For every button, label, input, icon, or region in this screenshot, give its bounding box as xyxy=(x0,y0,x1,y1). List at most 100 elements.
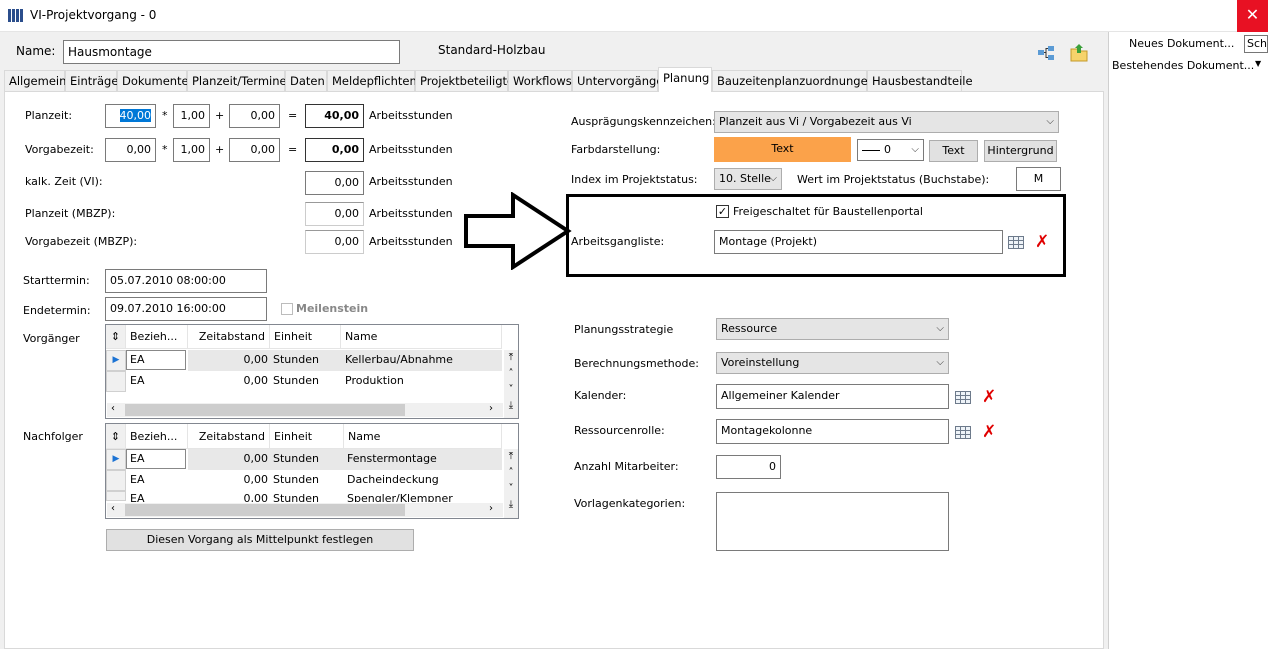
tab-planung[interactable]: Planung xyxy=(658,67,712,92)
scroll-right-icon[interactable]: › xyxy=(489,403,493,414)
cell-unit[interactable]: Stunden xyxy=(273,350,341,370)
cell-gap[interactable]: 0,00 xyxy=(188,449,269,469)
cell-name[interactable]: Dacheindeckung xyxy=(347,470,502,490)
vorlagenkategorien-list[interactable] xyxy=(716,492,949,551)
sort-icon[interactable]: ⇕ xyxy=(106,424,126,449)
col-zeitabstand[interactable]: Zeitabstand xyxy=(188,424,270,449)
table-lookup-icon[interactable] xyxy=(955,391,971,404)
scroll-up-icon[interactable]: ˄ xyxy=(504,366,518,382)
tab-daten[interactable]: Daten xyxy=(285,70,327,91)
vorgaenger-grid[interactable]: ⇕ Bezieh... Zeitabstand Einheit Name ▶ E… xyxy=(105,324,519,419)
clear-icon[interactable]: ✗ xyxy=(982,424,996,441)
tab-planzeit-termine[interactable]: Planzeit/Termine xyxy=(187,70,287,91)
col-name[interactable]: Name xyxy=(344,424,502,449)
endetermin-input[interactable]: 09.07.2010 16:00:00 xyxy=(105,297,267,321)
network-icon[interactable] xyxy=(1037,45,1055,61)
cell-name[interactable]: Produktion xyxy=(345,371,502,391)
planzeit-input[interactable]: 40,00 xyxy=(105,104,156,128)
text-color-button[interactable]: Text xyxy=(929,140,978,162)
horizontal-scrollbar[interactable]: ‹ › xyxy=(107,403,503,417)
vorgabezeit-factor-input[interactable]: 1,00 xyxy=(173,138,210,162)
background-color-button[interactable]: Hintergrund xyxy=(984,140,1057,162)
scroll-up-icon[interactable]: ˄ xyxy=(504,465,518,481)
nachfolger-grid[interactable]: ⇕ Bezieh... Zeitabstand Einheit Name ▶ E… xyxy=(105,423,519,519)
cell-rel[interactable]: EA xyxy=(126,350,186,370)
tab-hausbestandteile[interactable]: Hausbestandteile xyxy=(867,70,973,91)
close-button[interactable]: ✕ xyxy=(1237,0,1268,32)
table-lookup-icon[interactable] xyxy=(1008,236,1024,249)
tab-untervorgaenge[interactable]: Untervorgänge xyxy=(572,70,663,91)
tab-meldepflichten[interactable]: Meldepflichten xyxy=(327,70,417,91)
scroll-left-icon[interactable]: ‹ xyxy=(111,503,115,514)
eq-sign: = xyxy=(288,143,298,156)
cell-gap[interactable]: 0,00 xyxy=(188,491,269,502)
meilenstein-checkbox[interactable] xyxy=(281,303,293,315)
vorgabezeit-input[interactable]: 0,00 xyxy=(105,138,156,162)
cell-name[interactable]: Fenstermontage xyxy=(347,449,502,469)
planzeit-factor-input[interactable]: 1,00 xyxy=(173,104,210,128)
cell-gap[interactable]: 0,00 xyxy=(188,350,269,370)
scroll-left-icon[interactable]: ‹ xyxy=(111,403,115,414)
line-style-select[interactable]: 0 ⌵ xyxy=(857,139,924,161)
sort-icon[interactable]: ⇕ xyxy=(106,325,126,349)
folder-up-icon[interactable] xyxy=(1069,43,1089,63)
kalender-input[interactable]: Allgemeiner Kalender xyxy=(716,384,949,409)
wert-input[interactable]: M xyxy=(1016,167,1061,191)
new-document-link[interactable]: Neues Dokument... xyxy=(1129,37,1234,50)
cell-gap[interactable]: 0,00 xyxy=(188,470,269,490)
cell-unit[interactable]: Stunden xyxy=(273,470,344,490)
tab-projektbeteiligte[interactable]: Projektbeteiligte xyxy=(415,70,514,91)
col-bezieh[interactable]: Bezieh... xyxy=(126,325,188,349)
cell-name[interactable]: Spengler/Klempner xyxy=(347,491,502,502)
scroll-thumb[interactable] xyxy=(125,504,405,516)
cell-name[interactable]: Kellerbau/Abnahme xyxy=(345,350,502,370)
existing-document-dropdown[interactable]: Bestehendes Dokument... xyxy=(1112,59,1254,72)
mitarbeiter-input[interactable]: 0 xyxy=(716,455,781,479)
planungsstrategie-select[interactable]: Ressource ⌵ xyxy=(716,318,949,340)
cell-rel[interactable]: EA xyxy=(126,449,186,469)
col-name[interactable]: Name xyxy=(341,325,502,349)
cell-unit[interactable]: Stunden xyxy=(273,491,344,502)
vertical-scrollbar[interactable]: ⤒ ˄ ˅ ⤓ xyxy=(504,350,518,418)
table-lookup-icon[interactable] xyxy=(955,426,971,439)
vertical-scrollbar[interactable]: ⤒ ˄ ˅ ⤓ xyxy=(504,449,518,518)
tab-allgemein[interactable]: Allgemein xyxy=(4,70,66,91)
scroll-bottom-icon[interactable]: ⤓ xyxy=(504,398,518,414)
planzeit-add-input[interactable]: 0,00 xyxy=(229,104,280,128)
portal-checkbox[interactable]: ✓ xyxy=(716,205,729,218)
cell-rel[interactable]: EA xyxy=(130,470,188,490)
tab-bauzeitenplanzuordnungen[interactable]: Bauzeitenplanzuordnungen xyxy=(712,70,875,91)
cell-unit[interactable]: Stunden xyxy=(273,371,341,391)
col-einheit[interactable]: Einheit xyxy=(270,325,341,349)
ressourcenrolle-input[interactable]: Montagekolonne xyxy=(716,419,949,444)
cell-unit[interactable]: Stunden xyxy=(273,449,344,469)
col-bezieh[interactable]: Bezieh... xyxy=(126,424,188,449)
center-vorgang-button[interactable]: Diesen Vorgang als Mittelpunkt festlegen xyxy=(106,529,414,551)
index-select[interactable]: 10. Stelle ⌵ xyxy=(714,168,782,190)
berechnungsmethode-select[interactable]: Voreinstellung ⌵ xyxy=(716,352,949,374)
cell-rel[interactable]: EA xyxy=(130,371,188,391)
scroll-right-icon[interactable]: › xyxy=(489,503,493,514)
scroll-thumb[interactable] xyxy=(125,404,405,416)
scroll-down-icon[interactable]: ˅ xyxy=(504,382,518,398)
name-input[interactable]: Hausmontage xyxy=(63,40,400,64)
arbeitsgangliste-input[interactable]: Montage (Projekt) xyxy=(714,230,1003,254)
clear-icon[interactable]: ✗ xyxy=(982,389,996,406)
auspraegung-select[interactable]: Planzeit aus Vi / Vorgabezeit aus Vi ⌵ xyxy=(714,111,1059,133)
tab-dokumente[interactable]: Dokumente xyxy=(117,70,189,91)
col-zeitabstand[interactable]: Zeitabstand xyxy=(188,325,270,349)
cell-rel[interactable]: EA xyxy=(130,491,188,502)
scroll-top-icon[interactable]: ⤒ xyxy=(504,350,518,366)
vorgabezeit-add-input[interactable]: 0,00 xyxy=(229,138,280,162)
tab-eintraege[interactable]: Einträge xyxy=(65,70,118,91)
cell-gap[interactable]: 0,00 xyxy=(188,371,269,391)
scroll-down-icon[interactable]: ˅ xyxy=(504,481,518,497)
clear-icon[interactable]: ✗ xyxy=(1035,234,1049,251)
horizontal-scrollbar[interactable]: ‹ › xyxy=(107,503,503,517)
tab-workflows[interactable]: Workflows xyxy=(508,70,572,91)
starttermin-input[interactable]: 05.07.2010 08:00:00 xyxy=(105,269,267,293)
chevron-down-icon[interactable]: ▼ xyxy=(1255,59,1261,68)
col-einheit[interactable]: Einheit xyxy=(270,424,344,449)
scroll-bottom-icon[interactable]: ⤓ xyxy=(504,497,518,513)
scroll-top-icon[interactable]: ⤒ xyxy=(504,449,518,465)
